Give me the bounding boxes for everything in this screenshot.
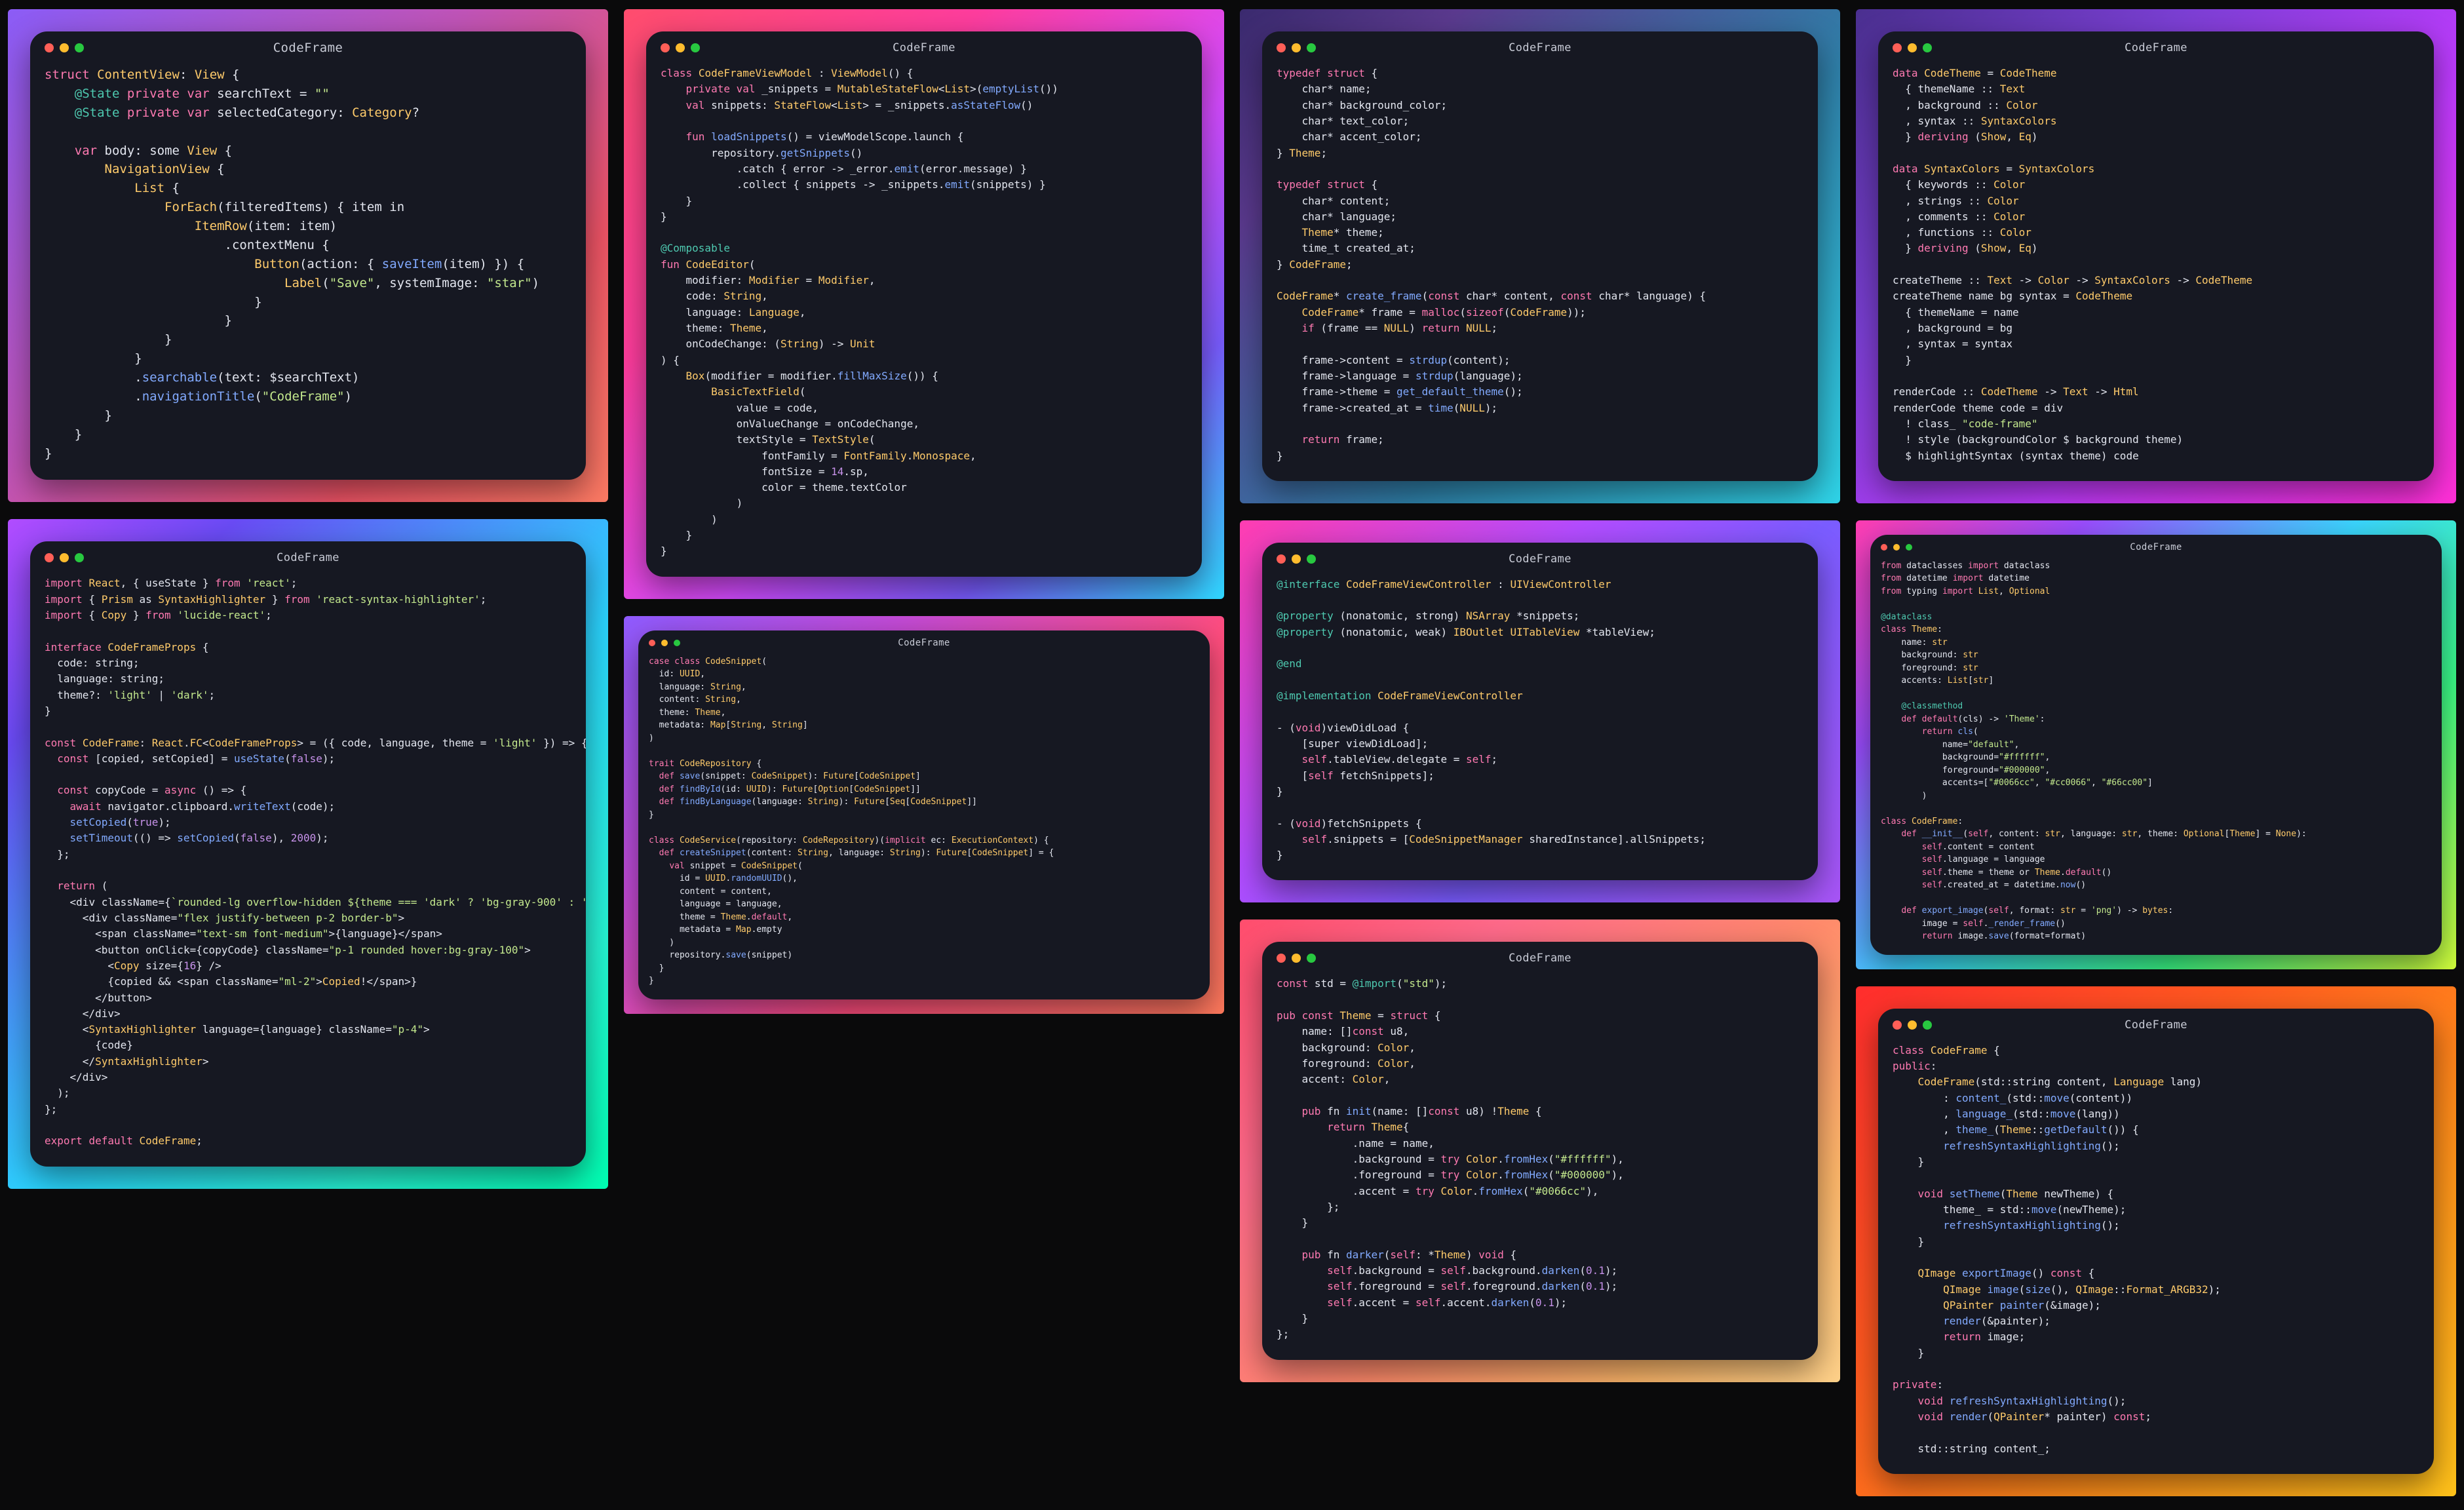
- close-dot-icon[interactable]: [1893, 43, 1902, 52]
- minimize-dot-icon[interactable]: [1908, 43, 1917, 52]
- traffic-lights: [649, 640, 680, 646]
- code-window: CodeFramestruct ContentView: View { @Sta…: [30, 31, 586, 480]
- maximize-dot-icon[interactable]: [75, 43, 84, 52]
- code-block[interactable]: case class CodeSnippet( id: UUID, langua…: [638, 649, 1210, 999]
- code-card[interactable]: CodeFrame class CodeFrameViewModel : View…: [624, 9, 1224, 599]
- maximize-dot-icon[interactable]: [1923, 43, 1932, 52]
- code-card[interactable]: CodeFrame @interface CodeFrameViewControl…: [1240, 520, 1840, 903]
- code-window: CodeFrame data CodeTheme = CodeTheme { th…: [1878, 31, 2434, 481]
- code-block[interactable]: class CodeFrame { public: CodeFrame(std:…: [1878, 1034, 2434, 1474]
- window-title: CodeFrame: [30, 551, 586, 564]
- window-titlebar: CodeFrame: [1870, 535, 2442, 553]
- traffic-lights: [1893, 43, 1932, 52]
- window-title: CodeFrame: [1262, 552, 1818, 566]
- window-title: CodeFrame: [1878, 1018, 2434, 1032]
- code-block[interactable]: import React, { useState } from 'react';…: [30, 566, 586, 1166]
- code-card[interactable]: CodeFrame typedef struct { char* name; ch…: [1240, 9, 1840, 503]
- code-window: CodeFramefrom dataclasses import datacla…: [1870, 535, 2442, 955]
- maximize-dot-icon[interactable]: [674, 640, 680, 646]
- close-dot-icon[interactable]: [661, 43, 670, 52]
- window-titlebar: CodeFrame: [646, 31, 1202, 56]
- code-window: CodeFramecase class CodeSnippet( id: UUI…: [638, 630, 1210, 999]
- traffic-lights: [1277, 43, 1316, 52]
- code-card[interactable]: CodeFramestruct ContentView: View { @Sta…: [8, 9, 608, 502]
- window-titlebar: CodeFrame: [1262, 31, 1818, 56]
- minimize-dot-icon[interactable]: [1893, 544, 1900, 551]
- maximize-dot-icon[interactable]: [691, 43, 700, 52]
- traffic-lights: [1277, 954, 1316, 963]
- window-titlebar: CodeFrame: [1262, 942, 1818, 967]
- minimize-dot-icon[interactable]: [60, 43, 69, 52]
- window-title: CodeFrame: [1262, 952, 1818, 965]
- close-dot-icon[interactable]: [649, 640, 655, 646]
- maximize-dot-icon[interactable]: [75, 553, 84, 562]
- minimize-dot-icon[interactable]: [661, 640, 668, 646]
- traffic-lights: [45, 553, 84, 562]
- traffic-lights: [45, 43, 84, 52]
- code-window: CodeFrame class CodeFrame { public: CodeF…: [1878, 1009, 2434, 1474]
- maximize-dot-icon[interactable]: [1307, 43, 1316, 52]
- maximize-dot-icon[interactable]: [1923, 1020, 1932, 1030]
- code-card[interactable]: CodeFramefrom dataclasses import datacla…: [1856, 520, 2456, 969]
- traffic-lights: [1893, 1020, 1932, 1030]
- window-titlebar: CodeFrame: [1878, 1009, 2434, 1034]
- code-window: CodeFrame const std = @import("std"); pub…: [1262, 942, 1818, 1359]
- close-dot-icon[interactable]: [1893, 1020, 1902, 1030]
- code-block[interactable]: typedef struct { char* name; char* backg…: [1262, 56, 1818, 481]
- code-block[interactable]: const std = @import("std"); pub const Th…: [1262, 967, 1818, 1359]
- maximize-dot-icon[interactable]: [1307, 954, 1316, 963]
- minimize-dot-icon[interactable]: [60, 553, 69, 562]
- window-titlebar: CodeFrame: [30, 541, 586, 566]
- code-block[interactable]: @interface CodeFrameViewController : UIV…: [1262, 568, 1818, 881]
- close-dot-icon[interactable]: [1277, 554, 1286, 564]
- window-title: CodeFrame: [638, 638, 1210, 648]
- maximize-dot-icon[interactable]: [1307, 554, 1316, 564]
- code-card[interactable]: CodeFrame const std = @import("std"); pub…: [1240, 920, 1840, 1382]
- code-card[interactable]: CodeFrame class CodeFrame { public: CodeF…: [1856, 986, 2456, 1496]
- code-block[interactable]: data CodeTheme = CodeTheme { themeName :…: [1878, 56, 2434, 481]
- window-title: CodeFrame: [1262, 41, 1818, 54]
- traffic-lights: [1881, 544, 1912, 551]
- window-title: CodeFrame: [1878, 41, 2434, 54]
- maximize-dot-icon[interactable]: [1906, 544, 1912, 551]
- close-dot-icon[interactable]: [1881, 544, 1887, 551]
- close-dot-icon[interactable]: [45, 553, 54, 562]
- code-card-gallery: CodeFramestruct ContentView: View { @Sta…: [0, 0, 2464, 1510]
- code-window: CodeFrame import React, { useState } from…: [30, 541, 586, 1166]
- minimize-dot-icon[interactable]: [1908, 1020, 1917, 1030]
- window-title: CodeFrame: [646, 41, 1202, 54]
- code-window: CodeFrame typedef struct { char* name; ch…: [1262, 31, 1818, 481]
- window-title: CodeFrame: [1870, 542, 2442, 552]
- window-titlebar: CodeFrame: [1878, 31, 2434, 56]
- window-titlebar: CodeFrame: [1262, 543, 1818, 568]
- code-card[interactable]: CodeFrame import React, { useState } from…: [8, 519, 608, 1188]
- close-dot-icon[interactable]: [1277, 43, 1286, 52]
- traffic-lights: [661, 43, 700, 52]
- minimize-dot-icon[interactable]: [676, 43, 685, 52]
- traffic-lights: [1277, 554, 1316, 564]
- code-block[interactable]: class CodeFrameViewModel : ViewModel() {…: [646, 56, 1202, 577]
- code-card[interactable]: CodeFramecase class CodeSnippet( id: UUI…: [624, 616, 1224, 1014]
- minimize-dot-icon[interactable]: [1292, 554, 1301, 564]
- minimize-dot-icon[interactable]: [1292, 954, 1301, 963]
- window-titlebar: CodeFrame: [638, 630, 1210, 649]
- minimize-dot-icon[interactable]: [1292, 43, 1301, 52]
- window-title: CodeFrame: [30, 41, 586, 55]
- window-titlebar: CodeFrame: [30, 31, 586, 56]
- code-window: CodeFrame class CodeFrameViewModel : View…: [646, 31, 1202, 577]
- code-block[interactable]: from dataclasses import dataclass from d…: [1870, 553, 2442, 955]
- code-window: CodeFrame @interface CodeFrameViewControl…: [1262, 543, 1818, 881]
- code-card[interactable]: CodeFrame data CodeTheme = CodeTheme { th…: [1856, 9, 2456, 503]
- close-dot-icon[interactable]: [45, 43, 54, 52]
- close-dot-icon[interactable]: [1277, 954, 1286, 963]
- code-block[interactable]: struct ContentView: View { @State privat…: [30, 56, 586, 480]
